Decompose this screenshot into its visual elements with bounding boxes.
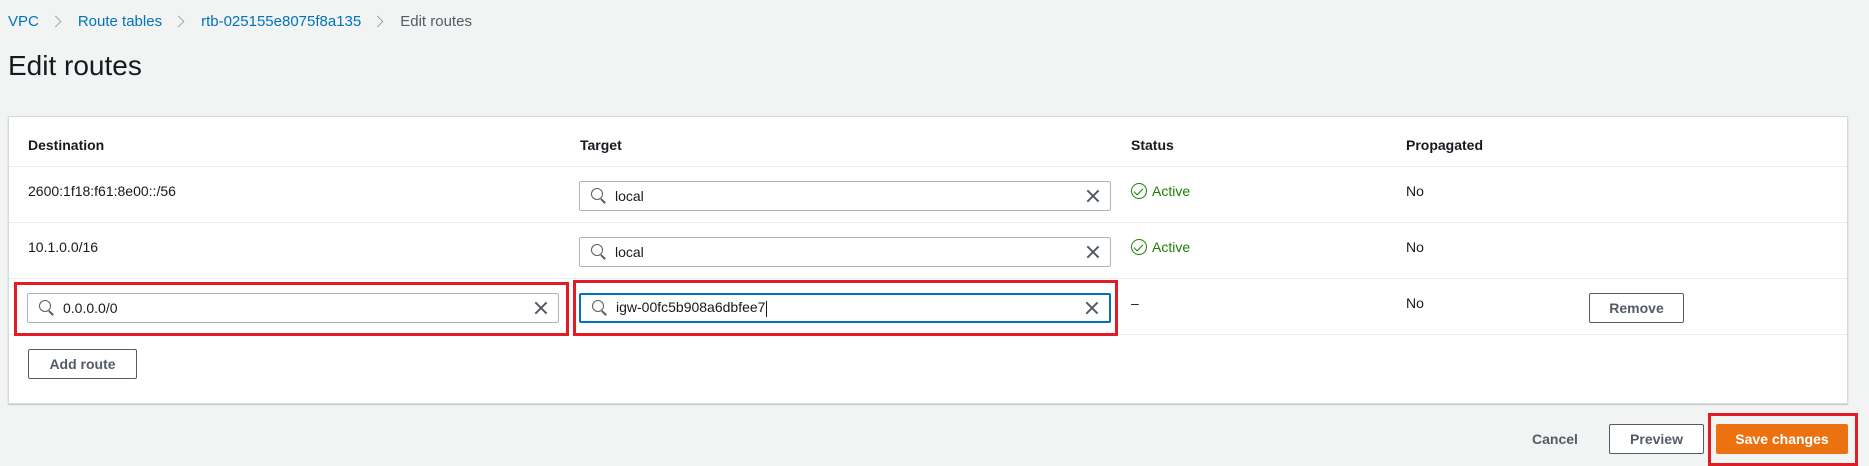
status-text: – [1131,295,1139,311]
check-circle-icon [1131,183,1147,199]
status-badge: Active [1131,183,1190,199]
close-icon[interactable] [1086,189,1100,203]
cancel-button[interactable]: Cancel [1532,431,1578,447]
breadcrumb-route-table-link[interactable]: rtb-025155e8075f8a135 [201,13,361,30]
destination-field[interactable]: 0.0.0.0/0 [27,293,559,323]
target-field[interactable]: local [579,181,1111,211]
remove-button[interactable]: Remove [1589,293,1684,323]
close-icon[interactable] [534,301,548,315]
row-divider [9,334,1847,335]
column-header-target: Target [580,137,622,153]
breadcrumb-current: Edit routes [400,12,472,30]
close-icon[interactable] [1086,245,1100,259]
propagated-value: No [1406,239,1424,255]
column-header-destination: Destination [28,137,105,153]
row-divider [9,222,1847,223]
chevron-right-icon [172,15,185,27]
chevron-right-icon [371,15,384,27]
search-icon [591,188,607,204]
status-text: Active [1152,239,1191,255]
search-icon [39,300,55,316]
target-field[interactable]: igw-00fc5b908a6dbfee7 [579,293,1111,323]
destination-input[interactable]: 0.0.0.0/0 [63,300,534,316]
row-divider [9,166,1847,167]
add-route-button[interactable]: Add route [28,349,137,379]
target-value: local [615,244,644,260]
routes-panel: Destination Target Status Propagated 260… [8,116,1848,404]
target-value: local [615,188,644,204]
page-title: Edit routes [8,50,142,81]
column-header-propagated: Propagated [1406,137,1484,153]
destination-value: 2600:1f18:f61:8e00::/56 [28,183,176,199]
search-icon [591,244,607,260]
destination-value: 10.1.0.0/16 [28,239,99,255]
save-changes-button[interactable]: Save changes [1716,424,1848,454]
status-text: Active [1152,183,1191,199]
target-input-text: igw-00fc5b908a6dbfee7 [616,299,766,316]
breadcrumb: VPC Route tables rtb-025155e8075f8a135 E… [8,10,472,32]
propagated-value: No [1406,183,1424,199]
propagated-value: No [1406,295,1424,311]
search-icon [592,300,608,316]
breadcrumb-vpc-link[interactable]: VPC [8,13,39,30]
status-badge: Active [1131,239,1190,255]
target-field[interactable]: local [579,237,1111,267]
target-input[interactable]: igw-00fc5b908a6dbfee7 [616,299,1085,317]
preview-button[interactable]: Preview [1609,424,1704,454]
chevron-right-icon [49,15,62,27]
row-divider [9,278,1847,279]
breadcrumb-route-tables-link[interactable]: Route tables [78,13,162,30]
text-cursor [766,300,768,317]
column-header-status: Status [1131,137,1174,153]
close-icon[interactable] [1085,301,1099,315]
check-circle-icon [1131,239,1147,255]
